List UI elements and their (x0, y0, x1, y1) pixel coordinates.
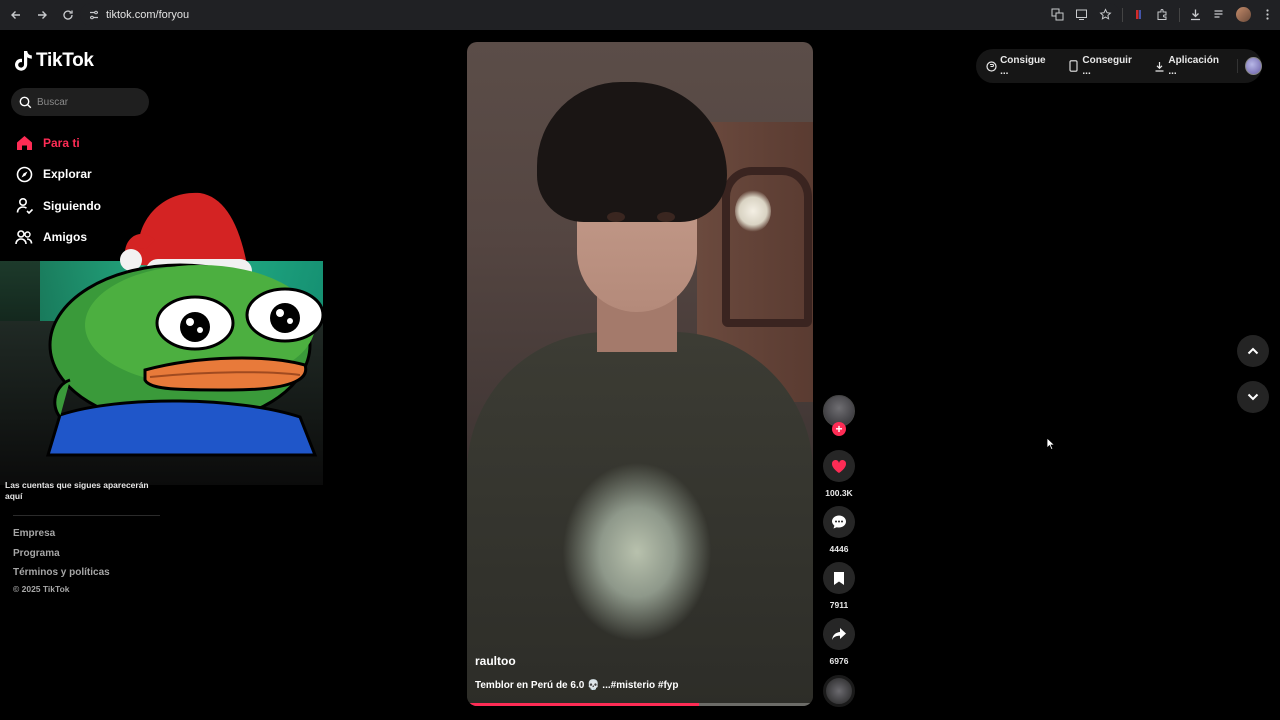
extension-red-icon (1135, 10, 1141, 19)
sidebar-item-label: Explorar (43, 167, 92, 182)
get-app-label: Conseguir ... (1082, 55, 1132, 77)
forward-button[interactable] (30, 3, 54, 27)
comment-action: 4446 (823, 506, 855, 554)
desktop-app-button[interactable]: Aplicación ... (1154, 55, 1225, 77)
share-count: 6976 (829, 656, 849, 666)
person-eye-left (607, 212, 625, 222)
person-hair (537, 82, 727, 222)
footer-links: Empresa Programa Términos y políticas (13, 527, 110, 586)
more-vertical-icon (1265, 9, 1269, 20)
followed-accounts-note: Las cuentas que sigues aparecerán aquí (5, 480, 149, 501)
footer-link-programa[interactable]: Programa (13, 547, 110, 567)
puzzle-icon (1157, 9, 1166, 20)
sidebar-divider (13, 515, 160, 516)
browser-actions (1046, 3, 1280, 26)
extension-button[interactable] (1127, 4, 1149, 26)
toolbar-divider (1179, 7, 1180, 22)
comment-button[interactable] (823, 506, 855, 538)
home-icon (15, 134, 33, 152)
download-icon (1154, 60, 1165, 72)
back-button[interactable] (4, 3, 28, 27)
coin-icon (986, 60, 997, 72)
follow-button[interactable]: + (832, 422, 846, 436)
mouse-cursor-icon (1046, 437, 1056, 451)
screen-icon (1075, 9, 1087, 20)
get-coins-button[interactable]: Consigue ... (986, 55, 1052, 77)
sidebar-item-para-ti[interactable]: Para ti (15, 127, 101, 159)
footer-link-terminos[interactable]: Términos y políticas (13, 566, 110, 586)
sidebar-item-label: Para ti (43, 135, 80, 150)
video-player[interactable]: raultoo Temblor en Perú de 6.0 💀 ...#mis… (467, 42, 813, 706)
search-input[interactable] (37, 96, 137, 108)
menu-button[interactable] (1256, 4, 1278, 26)
get-app-button[interactable]: Conseguir ... (1068, 55, 1138, 77)
url-text: tiktok.com/foryou (106, 8, 190, 21)
user-avatar[interactable] (1245, 57, 1262, 75)
profile-button[interactable] (1232, 4, 1254, 26)
like-count: 100.3K (825, 488, 853, 498)
save-action: 7911 (823, 562, 855, 610)
translate-icon (1051, 8, 1063, 21)
get-coins-label: Consigue ... (1000, 55, 1046, 77)
profile-avatar (1235, 7, 1251, 22)
video-progress-fill (467, 703, 699, 706)
next-video-button[interactable] (1237, 381, 1269, 413)
tiktok-logo[interactable]: TikTok (15, 50, 94, 72)
video-author[interactable]: raultoo (475, 654, 516, 668)
shirt-print (562, 462, 712, 642)
pepe-santa-sticker (45, 192, 325, 457)
top-action-bar: Consigue ... Conseguir ... Aplicación ..… (976, 49, 1262, 83)
share-action: 6976 (823, 618, 855, 666)
compass-icon (15, 165, 33, 183)
extensions-button[interactable] (1151, 4, 1173, 26)
site-info-icon[interactable] (84, 5, 104, 25)
address-bar[interactable]: tiktok.com/foryou (80, 3, 1120, 26)
desktop-app-label: Aplicación ... (1168, 55, 1219, 77)
search-icon (18, 95, 32, 109)
footer-link-empresa[interactable]: Empresa (13, 527, 110, 547)
translate-button[interactable] (1046, 4, 1068, 26)
chevron-up-icon (1247, 347, 1259, 355)
save-button[interactable] (823, 562, 855, 594)
download-icon (1190, 9, 1200, 21)
share-icon (832, 628, 846, 640)
arrow-left-icon (11, 11, 20, 19)
reload-button[interactable] (56, 3, 80, 27)
reload-icon (63, 10, 73, 20)
lamp-light (735, 190, 771, 232)
toolbar-divider (1122, 7, 1123, 22)
brand-name: TikTok (36, 50, 94, 71)
music-disc[interactable] (823, 675, 855, 707)
playlist-icon (1214, 10, 1222, 18)
browser-toolbar: tiktok.com/foryou (0, 0, 1280, 30)
search-box[interactable] (11, 88, 149, 116)
arrow-right-icon (38, 11, 47, 19)
chevron-down-icon (1247, 393, 1259, 401)
bookmark-icon (834, 571, 844, 585)
cast-button[interactable] (1070, 4, 1092, 26)
star-icon (1098, 8, 1112, 20)
reading-list-button[interactable] (1208, 4, 1230, 26)
copyright-text: © 2025 TikTok (13, 584, 70, 594)
comment-icon (832, 515, 846, 529)
topbar-divider (1237, 59, 1239, 73)
bookmark-star-button[interactable] (1094, 4, 1116, 26)
tiktok-note-icon (15, 51, 32, 71)
previous-video-button[interactable] (1237, 335, 1269, 367)
save-count: 7911 (829, 600, 849, 610)
mirror-frame (722, 167, 812, 327)
video-caption[interactable]: Temblor en Perú de 6.0 💀 ...#misterio #f… (475, 680, 678, 691)
stream-overlay (0, 185, 325, 485)
heart-icon (831, 459, 847, 473)
downloads-button[interactable] (1184, 4, 1206, 26)
comment-count: 4446 (829, 544, 849, 554)
like-action: 100.3K (823, 450, 855, 498)
person-eye-right (657, 212, 675, 222)
phone-icon (1068, 60, 1079, 72)
share-button[interactable] (823, 618, 855, 650)
like-button[interactable] (823, 450, 855, 482)
video-progress-bar[interactable] (467, 703, 813, 706)
